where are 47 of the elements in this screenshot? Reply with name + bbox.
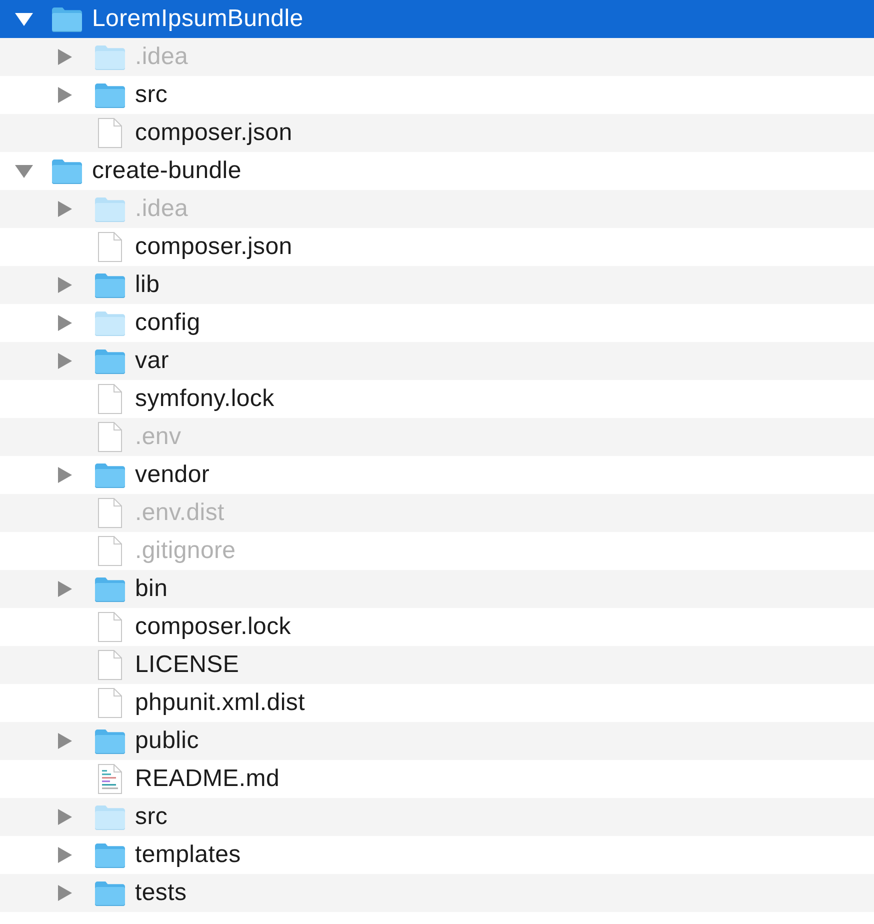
folder-name: .idea: [135, 195, 188, 223]
tree-row[interactable]: lib: [0, 266, 874, 304]
file-name: .gitignore: [135, 537, 236, 565]
disclosure-triangle-icon[interactable]: [58, 353, 72, 369]
disclosure-triangle-icon[interactable]: [58, 809, 72, 825]
disclosure-triangle-icon[interactable]: [58, 733, 72, 749]
tree-row[interactable]: LoremIpsumBundle: [0, 0, 874, 38]
disclosure-triangle-icon[interactable]: [58, 885, 72, 901]
folder-name: create-bundle: [92, 157, 242, 185]
file-name: README.md: [135, 765, 280, 793]
folder-name: public: [135, 727, 199, 755]
file-name: composer.lock: [135, 613, 291, 641]
folder-name: LoremIpsumBundle: [92, 5, 304, 33]
disclosure-triangle-icon[interactable]: [15, 12, 33, 26]
disclosure-triangle-icon[interactable]: [58, 87, 72, 103]
folder-name: src: [135, 81, 168, 109]
folder-name: lib: [135, 271, 160, 299]
disclosure-triangle-icon[interactable]: [58, 315, 72, 331]
tree-row[interactable]: composer.json: [0, 114, 874, 152]
disclosure-triangle-icon[interactable]: [58, 201, 72, 217]
file-name: composer.json: [135, 119, 292, 147]
tree-row[interactable]: bin: [0, 570, 874, 608]
folder-name: src: [135, 803, 168, 831]
disclosure-triangle-icon[interactable]: [58, 49, 72, 65]
file-name: .env.dist: [135, 499, 224, 527]
tree-row[interactable]: var: [0, 342, 874, 380]
tree-row[interactable]: public: [0, 722, 874, 760]
folder-name: tests: [135, 879, 187, 907]
file-name: composer.json: [135, 233, 292, 261]
disclosure-triangle-icon[interactable]: [15, 164, 33, 178]
file-name: symfony.lock: [135, 385, 274, 413]
folder-name: templates: [135, 841, 241, 869]
tree-row[interactable]: LICENSE: [0, 646, 874, 684]
file-name: phpunit.xml.dist: [135, 689, 305, 717]
disclosure-triangle-icon[interactable]: [58, 467, 72, 483]
tree-row[interactable]: src: [0, 798, 874, 836]
folder-name: var: [135, 347, 169, 375]
folder-name: config: [135, 309, 200, 337]
disclosure-triangle-icon[interactable]: [58, 847, 72, 863]
tree-row[interactable]: tests: [0, 874, 874, 912]
folder-name: vendor: [135, 461, 210, 489]
file-name: LICENSE: [135, 651, 240, 679]
folder-name: .idea: [135, 43, 188, 71]
disclosure-triangle-icon[interactable]: [58, 277, 72, 293]
file-name: .env: [135, 423, 182, 451]
folder-name: bin: [135, 575, 168, 603]
disclosure-triangle-icon[interactable]: [58, 581, 72, 597]
